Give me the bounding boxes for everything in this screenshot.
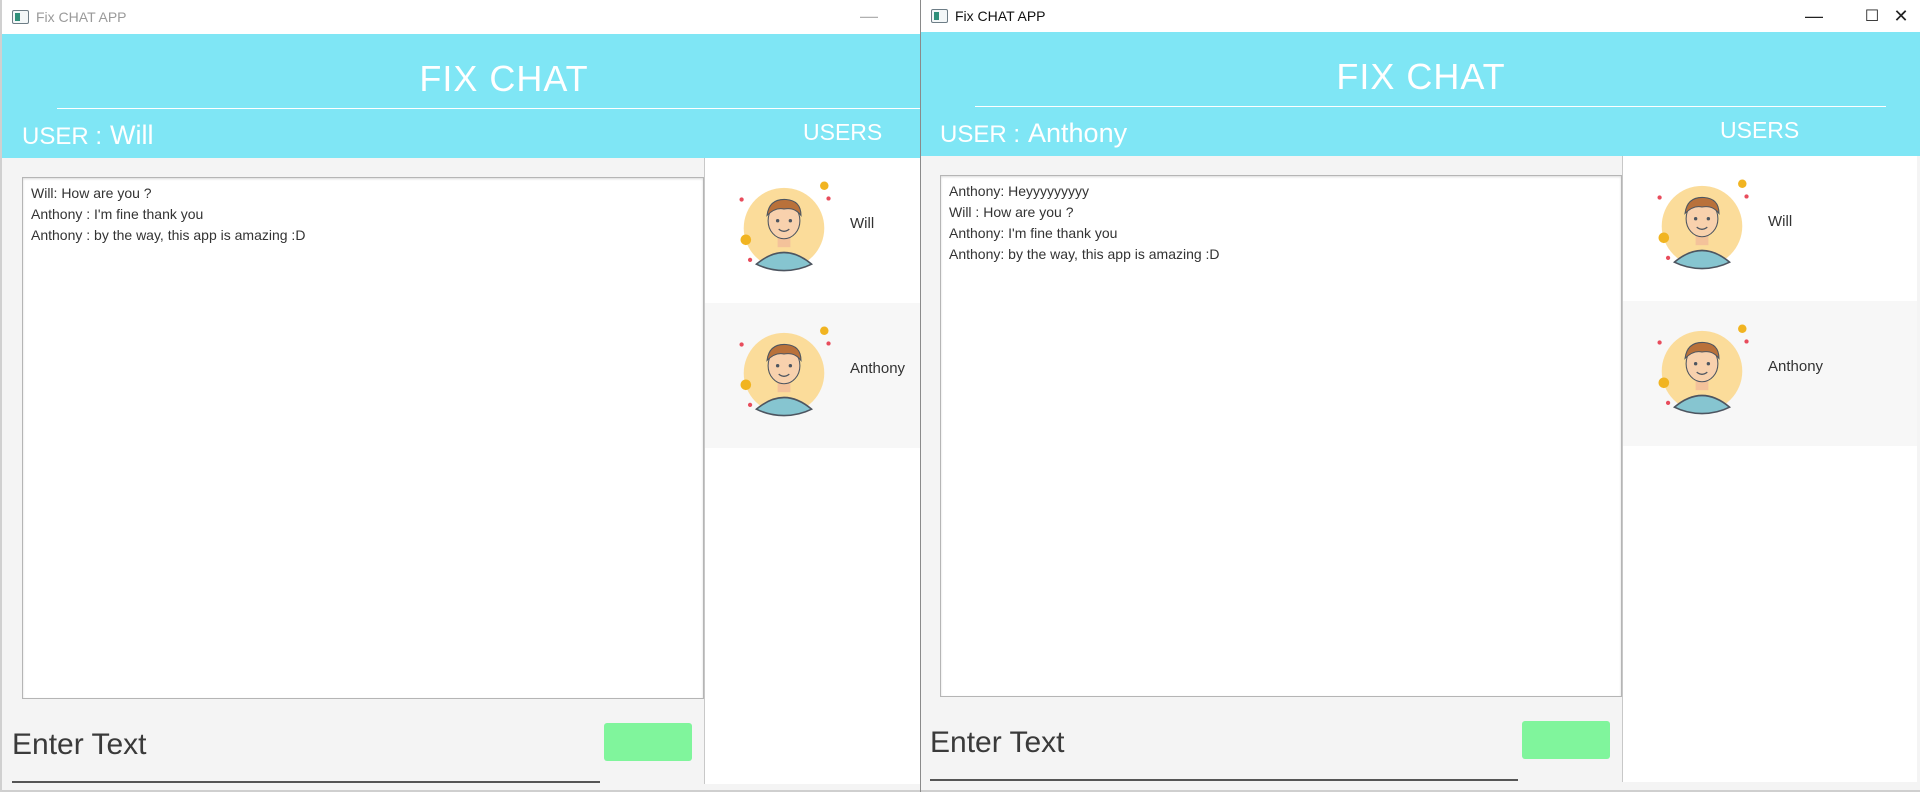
chat-log[interactable]: Will: How are you ? Anthony : I'm fine t… [22,177,704,699]
users-heading: USERS [803,119,883,145]
chat-message: Will: How are you ? [31,185,152,201]
chat-message: Anthony: Heyyyyyyyyy [949,183,1090,199]
close-icon[interactable]: ✕ [1881,0,1920,32]
users-heading: USERS [1720,117,1800,143]
window-title: Fix CHAT APP [36,9,127,25]
message-input[interactable]: Enter Text [930,726,1065,760]
chat-message: Anthony : I'm fine thank you [31,206,204,222]
current-user-name: Anthony [1028,118,1128,148]
chat-log[interactable]: Anthony: Heyyyyyyyyy Will : How are you … [940,175,1622,697]
minimize-icon[interactable]: — [1785,0,1843,32]
app-header: FIX CHAT USER : Will USERS [2,34,920,158]
app-title: FIX CHAT [1336,56,1506,97]
app-title: FIX CHAT [419,58,589,99]
chat-message: Anthony: I'm fine thank you [949,225,1118,241]
app-header: FIX CHAT USER : Anthony USERS [921,32,1920,156]
user-avatar-icon [1657,179,1749,270]
send-button[interactable] [604,723,692,761]
user-card-name: Anthony [1768,358,1824,375]
app-icon [12,10,29,24]
window-title: Fix CHAT APP [955,8,1046,24]
current-user-name: Will [110,120,154,150]
title-bar[interactable]: Fix CHAT APP — [2,0,920,34]
chat-window-anthony: Fix CHAT APP — ☐ ✕ FIX CHAT USER : Anthon… [920,0,1920,792]
users-panel: Will Anthony [1622,156,1917,782]
user-prefix: USER : [22,123,103,150]
header-divider [975,106,1886,107]
header-divider [57,108,920,109]
chat-message: Will : How are you ? [949,204,1074,220]
app-icon [931,9,948,23]
user-avatar-icon [1657,324,1749,415]
user-card-will[interactable]: Will [1623,156,1917,301]
user-card-anthony[interactable]: Anthony [1623,301,1917,446]
user-card-anthony[interactable]: Anthony [705,303,920,448]
user-card-name: Will [850,215,875,232]
user-prefix: USER : [940,121,1021,148]
current-user-label: USER : Will [22,120,154,151]
current-user-label: USER : Anthony [940,118,1127,149]
user-avatar-icon [739,181,831,272]
message-input[interactable]: Enter Text [12,728,147,762]
user-avatar-icon [739,326,831,417]
users-panel: Will Anthony [704,158,920,784]
title-bar[interactable]: Fix CHAT APP — ☐ ✕ [921,0,1920,32]
input-underline [930,779,1518,781]
chat-window-will: Fix CHAT APP — FIX CHAT USER : Will USERS… [0,0,920,792]
chat-message: Anthony: by the way, this app is amazing… [949,246,1220,262]
minimize-icon[interactable]: — [840,0,898,32]
user-card-name: Will [1768,213,1793,230]
chat-message: Anthony : by the way, this app is amazin… [31,227,306,243]
input-underline [12,781,600,783]
user-card-name: Anthony [850,360,906,377]
user-card-will[interactable]: Will [705,158,920,303]
send-button[interactable] [1522,721,1610,759]
